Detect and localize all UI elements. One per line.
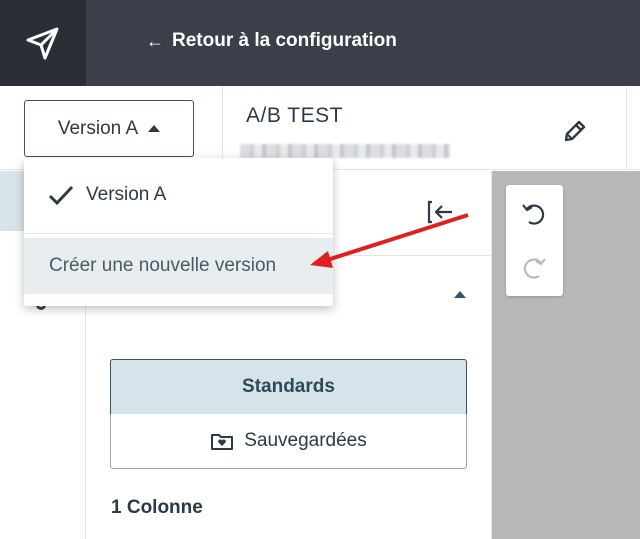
back-link-label: Retour à la configuration bbox=[172, 30, 397, 51]
caret-up-icon bbox=[148, 125, 161, 132]
section-label: 1 Colonne bbox=[111, 497, 203, 518]
tab-saved[interactable]: Sauvegardées bbox=[110, 414, 467, 469]
tab-standards[interactable]: Standards bbox=[110, 359, 467, 415]
menu-divider bbox=[24, 233, 333, 234]
tab-standards-label: Standards bbox=[242, 376, 335, 397]
pencil-icon[interactable] bbox=[560, 116, 590, 146]
menu-item-create-new-version[interactable]: Créer une nouvelle version bbox=[24, 238, 333, 294]
version-selector-button[interactable]: Version A bbox=[24, 100, 194, 157]
menu-item-version-a[interactable]: Version A bbox=[24, 158, 333, 232]
check-icon bbox=[48, 185, 74, 206]
folder-heart-icon bbox=[211, 434, 234, 450]
annotation-arrow bbox=[310, 213, 469, 268]
redo-icon[interactable] bbox=[520, 254, 548, 282]
paper-plane-icon bbox=[26, 27, 59, 60]
logo[interactable] bbox=[0, 0, 86, 86]
version-dropdown-menu: Version A Créer une nouvelle version bbox=[24, 158, 333, 306]
menu-item-label: Créer une nouvelle version bbox=[49, 255, 277, 276]
top-bar: ← Retour à la configuration bbox=[0, 0, 640, 86]
back-to-configuration-link[interactable]: ← Retour à la configuration bbox=[146, 30, 397, 52]
tab-saved-label: Sauvegardées bbox=[244, 430, 367, 451]
divider bbox=[626, 86, 627, 170]
chevron-up-icon[interactable] bbox=[454, 291, 466, 298]
page-title: A/B TEST bbox=[246, 104, 343, 127]
blurred-subtitle bbox=[240, 144, 450, 158]
back-arrow-icon: ← bbox=[146, 30, 164, 51]
version-selector-label: Version A bbox=[57, 117, 139, 139]
menu-item-label: Version A bbox=[86, 184, 167, 205]
undo-icon[interactable] bbox=[520, 200, 548, 228]
